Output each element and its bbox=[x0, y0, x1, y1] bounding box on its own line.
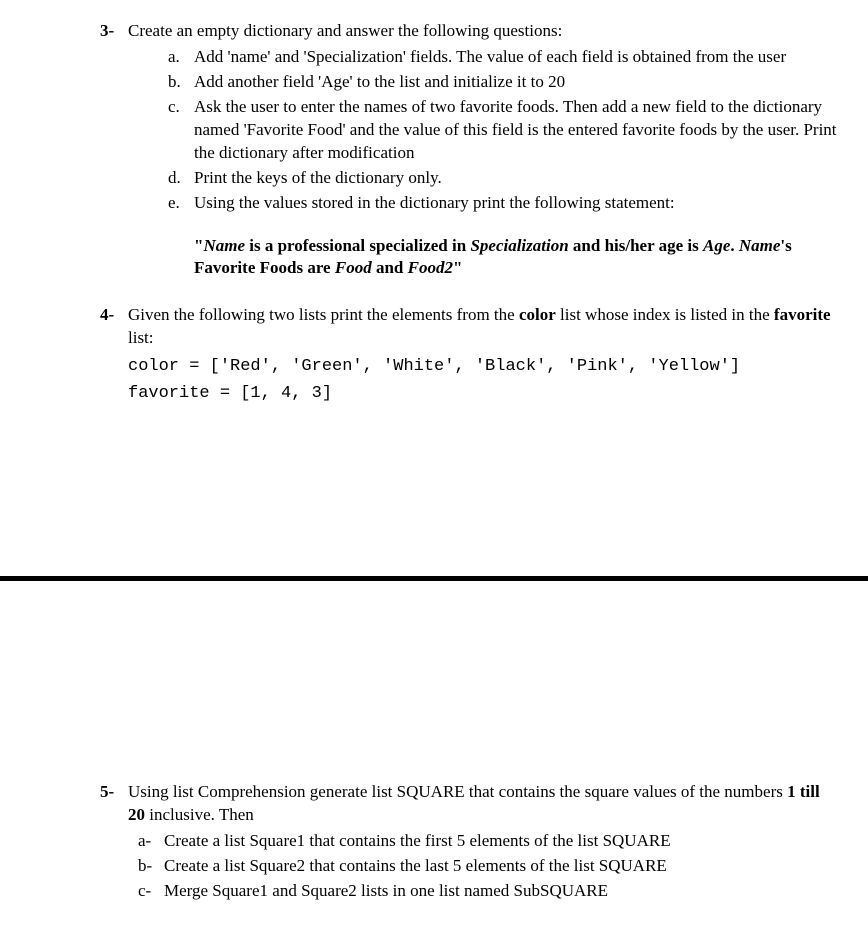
q3-number: 3- bbox=[100, 20, 128, 298]
q3-stmt-food: Food bbox=[335, 258, 372, 277]
q5-sublist: a- Create a list Square1 that contains t… bbox=[128, 830, 838, 903]
question-3: 3- Create an empty dictionary and answer… bbox=[100, 20, 838, 298]
q3-e-num: e. bbox=[168, 192, 194, 215]
q3-b-num: b. bbox=[168, 71, 194, 94]
q3-c: c. Ask the user to enter the names of tw… bbox=[168, 96, 838, 165]
q3-stmt-name2: Name bbox=[739, 236, 781, 255]
q3-b: b. Add another field 'Age' to the list a… bbox=[168, 71, 838, 94]
q3-c-num: c. bbox=[168, 96, 194, 165]
q4-intro-fav: favorite bbox=[774, 305, 831, 324]
q3-stmt-p6: and bbox=[372, 258, 408, 277]
q3-d-text: Print the keys of the dictionary only. bbox=[194, 167, 838, 190]
document-page: 3- Create an empty dictionary and answer… bbox=[0, 0, 868, 436]
q3-sublist: a. Add 'name' and 'Specialization' field… bbox=[128, 46, 838, 215]
q3-stmt-food2: Food2 bbox=[408, 258, 453, 277]
q3-e-text: Using the values stored in the dictionar… bbox=[194, 192, 838, 215]
q3-a-text: Add 'name' and 'Specialization' fields. … bbox=[194, 46, 838, 69]
q3-stmt-quote2: " bbox=[453, 258, 462, 277]
q5-a-text: Create a list Square1 that contains the … bbox=[164, 830, 838, 853]
q4-code-line2: favorite = [1, 4, 3] bbox=[128, 383, 838, 406]
q5-b-text: Create a list Square2 that contains the … bbox=[164, 855, 838, 878]
q5-intro-pre: Using list Comprehension generate list S… bbox=[128, 782, 787, 801]
q3-stmt-name: Name bbox=[203, 236, 245, 255]
question-5: 5- Using list Comprehension generate lis… bbox=[100, 781, 838, 905]
q5-b: b- Create a list Square2 that contains t… bbox=[138, 855, 838, 878]
q3-e: e. Using the values stored in the dictio… bbox=[168, 192, 838, 215]
q3-statement: " Name is a professional specialized in S… bbox=[194, 235, 838, 281]
q3-d-num: d. bbox=[168, 167, 194, 190]
q3-stmt-p4: . bbox=[730, 236, 739, 255]
q3-stmt-age: Age bbox=[703, 236, 730, 255]
q4-intro-end: list: bbox=[128, 328, 154, 347]
q3-intro: Create an empty dictionary and answer th… bbox=[128, 21, 562, 40]
q5-a: a- Create a list Square1 that contains t… bbox=[138, 830, 838, 853]
blank-space bbox=[0, 581, 868, 781]
q5-a-num: a- bbox=[138, 830, 164, 853]
q3-d: d. Print the keys of the dictionary only… bbox=[168, 167, 838, 190]
question-4: 4- Given the following two lists print t… bbox=[100, 304, 838, 350]
q4-intro-mid: list whose index is listed in the bbox=[556, 305, 774, 324]
q3-a-num: a. bbox=[168, 46, 194, 69]
q3-a: a. Add 'name' and 'Specialization' field… bbox=[168, 46, 838, 69]
q5-intro-end: inclusive. Then bbox=[145, 805, 254, 824]
q4-number: 4- bbox=[100, 304, 128, 350]
q5-c: c- Merge Square1 and Square2 lists in on… bbox=[138, 880, 838, 903]
document-page-2: 5- Using list Comprehension generate lis… bbox=[0, 781, 868, 941]
q5-c-text: Merge Square1 and Square2 lists in one l… bbox=[164, 880, 838, 903]
q5-c-num: c- bbox=[138, 880, 164, 903]
q5-b-num: b- bbox=[138, 855, 164, 878]
q4-code-line1: color = ['Red', 'Green', 'White', 'Black… bbox=[128, 356, 838, 379]
q5-number: 5- bbox=[100, 781, 128, 905]
q3-stmt-p3: and his/her age is bbox=[569, 236, 703, 255]
q4-intro-color: color bbox=[519, 305, 556, 324]
q4-body: Given the following two lists print the … bbox=[128, 304, 838, 350]
q3-stmt-spec: Specialization bbox=[470, 236, 568, 255]
q3-b-text: Add another field 'Age' to the list and … bbox=[194, 71, 838, 94]
q5-body: Using list Comprehension generate list S… bbox=[128, 781, 838, 905]
q3-c-text: Ask the user to enter the names of two f… bbox=[194, 96, 838, 165]
q4-intro-pre: Given the following two lists print the … bbox=[128, 305, 519, 324]
q3-body: Create an empty dictionary and answer th… bbox=[128, 20, 838, 298]
q3-stmt-p2: is a professional specialized in bbox=[245, 236, 470, 255]
